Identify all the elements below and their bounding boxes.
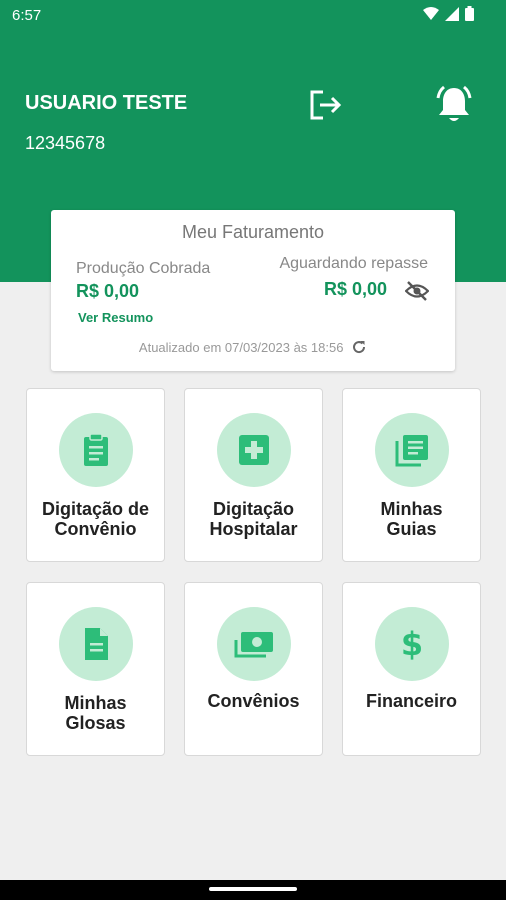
user-name: USUARIO TESTE (25, 92, 188, 114)
last-updated: Atualizado em 07/03/2023 às 18:56 (51, 339, 455, 355)
tile-label: Minhas Guias (380, 499, 443, 539)
bell-icon (436, 85, 472, 121)
money-stack-icon (234, 632, 273, 658)
refresh-button[interactable] (351, 339, 367, 355)
tile-label: Convênios (207, 691, 300, 711)
notifications-button[interactable] (433, 84, 475, 126)
home-gesture-handle[interactable] (209, 887, 297, 891)
tile-financeiro[interactable]: $ Financeiro (342, 582, 481, 756)
tile-minhas-guias[interactable]: Minhas Guias (342, 388, 481, 562)
wifi-icon (423, 6, 439, 20)
billing-card: Meu Faturamento Produção Cobrada R$ 0,00… (51, 210, 455, 371)
medical-cross-icon (239, 435, 269, 465)
system-nav-bar (0, 880, 506, 900)
signal-icon (445, 6, 459, 21)
tile-digitacao-convenio[interactable]: Digitação de Convênio (26, 388, 165, 562)
tile-icon-circle (217, 413, 291, 487)
card-title: Meu Faturamento (181, 222, 325, 242)
document-icon (85, 628, 108, 660)
svg-text:$: $ (401, 625, 423, 663)
tile-label: Digitação de Convênio (41, 499, 150, 539)
user-id: 12345678 (25, 133, 106, 153)
clipboard-icon (84, 433, 108, 466)
dollar-icon: $ (401, 625, 423, 663)
refresh-icon (353, 341, 366, 354)
tile-label: Minhas Glosas (64, 693, 127, 733)
tile-icon-circle: $ (375, 607, 449, 681)
tile-label: Financeiro (365, 691, 458, 711)
tile-icon-circle (217, 607, 291, 681)
status-time: 6:57 (12, 7, 42, 24)
tile-icon-circle (59, 413, 133, 487)
production-label: Produção Cobrada (76, 260, 211, 277)
tile-convenios[interactable]: Convênios (184, 582, 323, 756)
tile-label: Digitação Hospitalar (209, 499, 298, 539)
view-summary-link[interactable]: Ver Resumo (78, 310, 153, 325)
awaiting-value: R$ 0,00 (324, 279, 388, 299)
documents-stack-icon (395, 435, 428, 467)
eye-off-icon (404, 281, 430, 301)
tile-icon-circle (375, 413, 449, 487)
status-bar: 6:57 (0, 0, 506, 32)
production-value: R$ 0,00 (76, 281, 140, 301)
status-icons (423, 6, 474, 21)
battery-icon (465, 6, 474, 21)
tile-digitacao-hospitalar[interactable]: Digitação Hospitalar (184, 388, 323, 562)
tile-minhas-glosas[interactable]: Minhas Glosas (26, 582, 165, 756)
awaiting-label: Aguardando repasse (279, 255, 428, 272)
tile-icon-circle (59, 607, 133, 681)
hide-values-button[interactable] (404, 280, 430, 302)
logout-button[interactable] (306, 86, 344, 124)
last-updated-text: Atualizado em 07/03/2023 às 18:56 (138, 340, 344, 355)
logout-icon (310, 90, 342, 120)
